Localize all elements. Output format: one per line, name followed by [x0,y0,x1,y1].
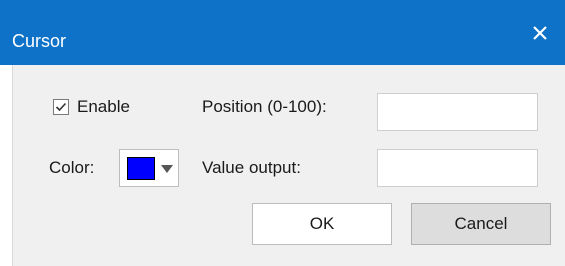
window-title: Cursor [12,31,67,51]
checkmark-icon [55,102,67,112]
position-label: Position (0-100): [202,97,327,116]
value-output-input[interactable] [377,149,538,187]
cancel-button[interactable]: Cancel [411,203,551,245]
color-swatch [127,157,155,180]
dialog-body: Enable Position (0-100): Color: Value ou… [12,65,565,266]
enable-checkbox[interactable] [53,99,69,115]
color-label: Color: [49,158,95,177]
chevron-down-icon [161,165,173,173]
title-bar: Cursor [0,0,565,65]
value-output-label: Value output: [202,158,301,177]
enable-label[interactable]: Enable [77,97,130,117]
close-icon[interactable] [529,22,551,44]
cursor-dialog: Cursor Enable Position (0-100): Color: V… [0,0,565,266]
position-input[interactable] [377,93,538,131]
color-picker[interactable] [119,149,179,187]
ok-button[interactable]: OK [252,203,392,245]
